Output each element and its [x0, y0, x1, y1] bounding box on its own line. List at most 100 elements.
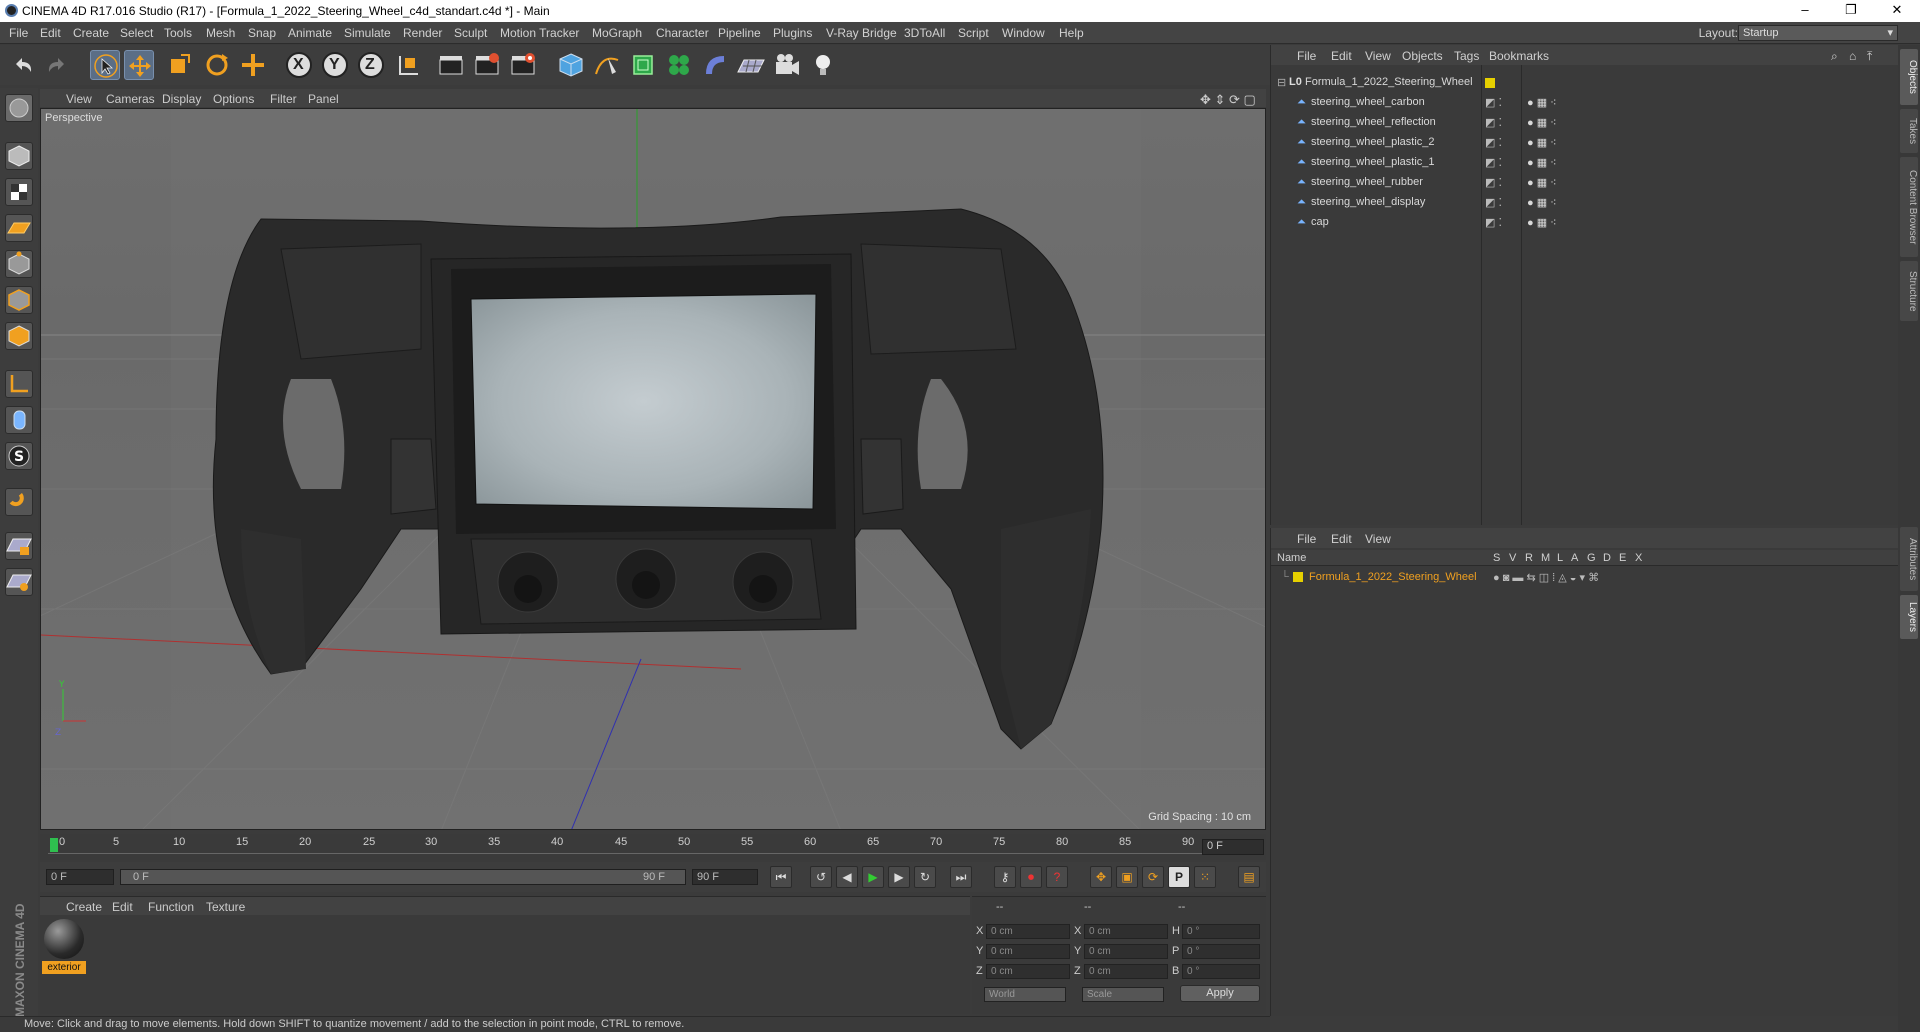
position-z-field[interactable]: 0 cm [986, 964, 1070, 979]
cloner-button[interactable] [664, 50, 694, 80]
apply-button[interactable]: Apply [1180, 985, 1260, 1002]
key-pla-button[interactable]: ⁙ [1194, 866, 1216, 888]
start-frame-field[interactable]: 0 F [46, 869, 114, 885]
record-keys-button[interactable]: ⚷ [994, 866, 1016, 888]
polygons-mode-button[interactable] [5, 322, 33, 350]
obj-menu-objects[interactable]: Objects [1402, 49, 1443, 63]
make-editable-button[interactable] [5, 94, 33, 122]
tab-structure[interactable]: Structure [1900, 261, 1918, 321]
layer-color-swatch[interactable] [1485, 78, 1495, 88]
snap-button[interactable]: S [5, 442, 33, 470]
object-row[interactable]: ⏶ steering_wheel_carbon ◩ ⁚ ● ▦ ⁖ [1271, 93, 1899, 113]
menu-sculpt[interactable]: Sculpt [454, 26, 487, 40]
workplane-mode-button[interactable] [5, 214, 33, 242]
edges-mode-button[interactable] [5, 286, 33, 314]
perspective-viewport[interactable]: Y Z Perspective Grid Spacing : 10 cm [40, 108, 1266, 830]
menu-help[interactable]: Help [1059, 26, 1084, 40]
layout-dropdown[interactable]: Startup ▾ [1738, 25, 1898, 41]
obj-menu-view[interactable]: View [1365, 49, 1391, 63]
key-scale-button[interactable]: ▣ [1116, 866, 1138, 888]
menu-mesh[interactable]: Mesh [206, 26, 235, 40]
tab-takes[interactable]: Takes [1900, 109, 1918, 153]
menu-file[interactable]: File [9, 26, 28, 40]
redo-button[interactable] [42, 50, 72, 80]
menu-vray-bridge[interactable]: V-Ray Bridge [826, 26, 897, 40]
vp-navigate-icons[interactable]: ✥ ⇕ ⟳ ▢ [1200, 92, 1256, 108]
layer-color-swatch[interactable] [1293, 572, 1303, 582]
size-y-field[interactable]: 0 cm [1084, 944, 1168, 959]
menu-animate[interactable]: Animate [288, 26, 332, 40]
go-to-start-button[interactable]: ⏮ [770, 866, 792, 888]
autokeying-button[interactable]: ⏺ [1020, 866, 1042, 888]
menu-render[interactable]: Render [403, 26, 442, 40]
menu-motion-tracker[interactable]: Motion Tracker [500, 26, 579, 40]
key-position-button[interactable]: ✥ [1090, 866, 1112, 888]
layer-toggle-icons[interactable]: ● ◙ ▬ ⇆ ◫ ⁞ ◬ ◒ ▾ ⌘ [1493, 571, 1599, 584]
visibility-toggle-icon[interactable]: ◩ ⁚ [1485, 136, 1502, 149]
visibility-toggle-icon[interactable]: ◩ ⁚ [1485, 216, 1502, 229]
next-key-button[interactable]: ↻ [914, 866, 936, 888]
collapse-icon[interactable]: ⊟ [1277, 76, 1286, 89]
axis-mode-button[interactable] [5, 370, 33, 398]
camera-button[interactable] [772, 50, 802, 80]
points-mode-button[interactable] [5, 250, 33, 278]
y-axis-lock-button[interactable]: Y [320, 50, 350, 80]
scale-tool-button[interactable] [164, 50, 194, 80]
coordinate-system-button[interactable] [392, 50, 422, 80]
key-parameter-button[interactable]: P [1168, 866, 1190, 888]
object-row-root[interactable]: ⊟ L0 Formula_1_2022_Steering_Wheel [1271, 73, 1899, 93]
mat-menu-edit[interactable]: Edit [112, 900, 133, 914]
previous-key-button[interactable]: ↺ [810, 866, 832, 888]
deformer-button[interactable] [700, 50, 730, 80]
close-button[interactable]: ✕ [1874, 0, 1920, 22]
layer-menu-view[interactable]: View [1365, 532, 1391, 546]
material-tag-icon[interactable]: ● ▦ ⁖ [1527, 136, 1557, 149]
subdivision-surface-button[interactable] [628, 50, 658, 80]
maximize-button[interactable]: ❐ [1828, 0, 1874, 22]
floor-button[interactable] [736, 50, 766, 80]
layer-menu-edit[interactable]: Edit [1331, 532, 1352, 546]
obj-menu-edit[interactable]: Edit [1331, 49, 1352, 63]
mat-menu-texture[interactable]: Texture [206, 900, 245, 914]
minimize-button[interactable]: – [1782, 0, 1828, 22]
material-tag-icon[interactable]: ● ▦ ⁖ [1527, 196, 1557, 209]
search-icon[interactable]: ⌕ [1831, 49, 1838, 64]
x-axis-lock-button[interactable]: X [284, 50, 314, 80]
render-picture-viewer-button[interactable] [472, 50, 502, 80]
tab-content-browser[interactable]: Content Browser [1900, 157, 1918, 257]
size-mode-dropdown[interactable]: Scale [1082, 987, 1164, 1002]
previous-frame-button[interactable]: ◀ [836, 866, 858, 888]
position-x-field[interactable]: 0 cm [986, 924, 1070, 939]
lock-workplane-button[interactable] [5, 532, 33, 560]
material-tag-icon[interactable]: ● ▦ ⁖ [1527, 96, 1557, 109]
vp-menu-options[interactable]: Options [213, 92, 254, 106]
keyframe-selection-button[interactable]: ? [1046, 866, 1068, 888]
end-frame-field[interactable]: 90 F [692, 869, 758, 885]
size-z-field[interactable]: 0 cm [1084, 964, 1168, 979]
menu-pipeline[interactable]: Pipeline [718, 26, 761, 40]
object-row[interactable]: ⏶ steering_wheel_plastic_1 ◩ ⁚ ● ▦ ⁖ [1271, 153, 1899, 173]
visibility-toggle-icon[interactable]: ◩ ⁚ [1485, 116, 1502, 129]
menu-script[interactable]: Script [958, 26, 989, 40]
cube-primitive-button[interactable] [556, 50, 586, 80]
rotation-b-field[interactable]: 0 ° [1182, 964, 1260, 979]
vp-menu-display[interactable]: Display [162, 92, 201, 106]
menu-character[interactable]: Character [656, 26, 709, 40]
edit-render-settings-button[interactable] [508, 50, 538, 80]
enable-snap-button[interactable] [5, 488, 33, 516]
vp-menu-view[interactable]: View [66, 92, 92, 106]
visibility-toggle-icon[interactable]: ◩ ⁚ [1485, 176, 1502, 189]
menu-select[interactable]: Select [120, 26, 153, 40]
object-row[interactable]: ⏶ steering_wheel_display ◩ ⁚ ● ▦ ⁖ [1271, 193, 1899, 213]
menu-mograph[interactable]: MoGraph [592, 26, 642, 40]
mat-menu-create[interactable]: Create [66, 900, 102, 914]
recent-tool-button[interactable] [238, 50, 268, 80]
rotate-tool-button[interactable] [202, 50, 232, 80]
size-x-field[interactable]: 0 cm [1084, 924, 1168, 939]
menu-simulate[interactable]: Simulate [344, 26, 391, 40]
menu-plugins[interactable]: Plugins [773, 26, 812, 40]
obj-menu-bookmarks[interactable]: Bookmarks [1489, 49, 1549, 63]
menu-create[interactable]: Create [73, 26, 109, 40]
spline-pen-button[interactable] [592, 50, 622, 80]
tab-attributes[interactable]: Attributes [1900, 527, 1918, 591]
